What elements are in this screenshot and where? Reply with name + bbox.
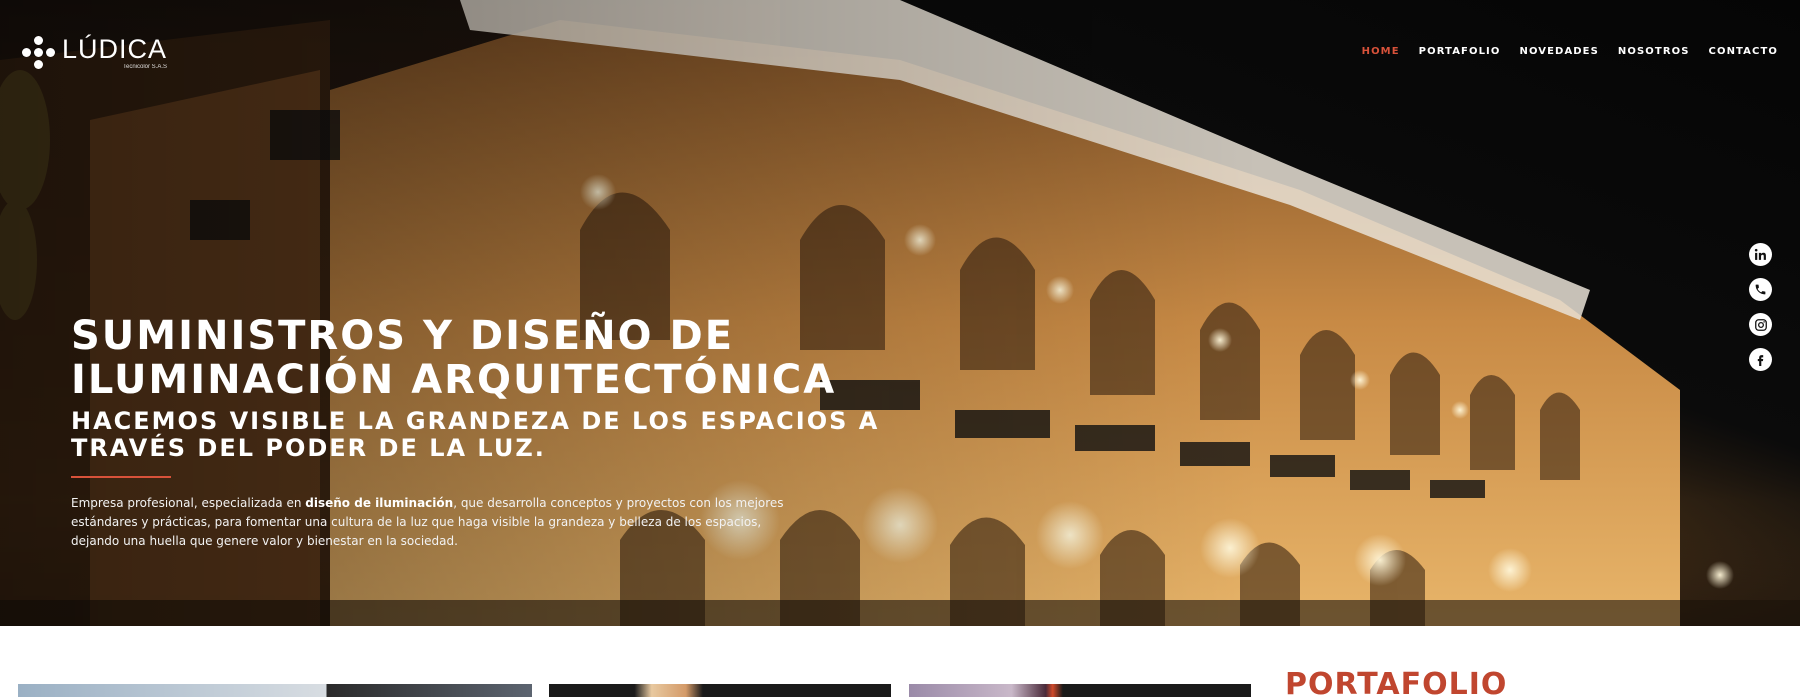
brand-name: LÚDICA — [62, 34, 168, 64]
portfolio-thumb-2[interactable] — [549, 684, 891, 697]
hero-description: Empresa profesional, especializada en di… — [71, 494, 791, 551]
nav-contacto[interactable]: CONTACTO — [1709, 46, 1778, 57]
linkedin-icon[interactable] — [1749, 243, 1772, 266]
main-nav: HOME PORTAFOLIO NOVEDADES NOSOTROS CONTA… — [1362, 46, 1778, 57]
logo-mark-icon — [22, 36, 56, 70]
portfolio-heading: PORTAFOLIO — [1285, 667, 1508, 697]
instagram-icon[interactable] — [1749, 313, 1772, 336]
headline-line-2: ILUMINACIÓN ARQUITECTÓNICA — [71, 357, 837, 403]
subheadline-line-2: TRAVÉS DEL PODER DE LA LUZ. — [71, 434, 546, 462]
social-links — [1749, 243, 1772, 371]
phone-icon[interactable] — [1749, 278, 1772, 301]
nav-novedades[interactable]: NOVEDADES — [1519, 46, 1598, 57]
hero-text: SUMINISTROS Y DISEÑO DE ILUMINACIÓN ARQU… — [71, 314, 911, 551]
brand-tagline: Tecnicolor S.A.S — [123, 64, 168, 70]
nav-portafolio[interactable]: PORTAFOLIO — [1419, 46, 1501, 57]
hero-subheadline: HACEMOS VISIBLE LA GRANDEZA DE LOS ESPAC… — [71, 408, 911, 462]
accent-divider — [71, 476, 171, 478]
facebook-icon[interactable] — [1749, 348, 1772, 371]
nav-nosotros[interactable]: NOSOTROS — [1618, 46, 1690, 57]
brand-logo[interactable]: LÚDICA Tecnicolor S.A.S — [22, 36, 167, 70]
hero-headline: SUMINISTROS Y DISEÑO DE ILUMINACIÓN ARQU… — [71, 314, 911, 402]
portfolio-thumb-1[interactable] — [18, 684, 532, 697]
subheadline-line-1: HACEMOS VISIBLE LA GRANDEZA DE LOS ESPAC… — [71, 407, 880, 435]
headline-line-1: SUMINISTROS Y DISEÑO DE — [71, 313, 735, 359]
description-bold: diseño de iluminación — [305, 496, 454, 510]
logo-text: LÚDICA Tecnicolor S.A.S — [62, 34, 168, 71]
nav-home[interactable]: HOME — [1362, 46, 1400, 57]
description-pre: Empresa profesional, especializada en — [71, 496, 306, 510]
portfolio-thumb-3[interactable] — [909, 684, 1251, 697]
